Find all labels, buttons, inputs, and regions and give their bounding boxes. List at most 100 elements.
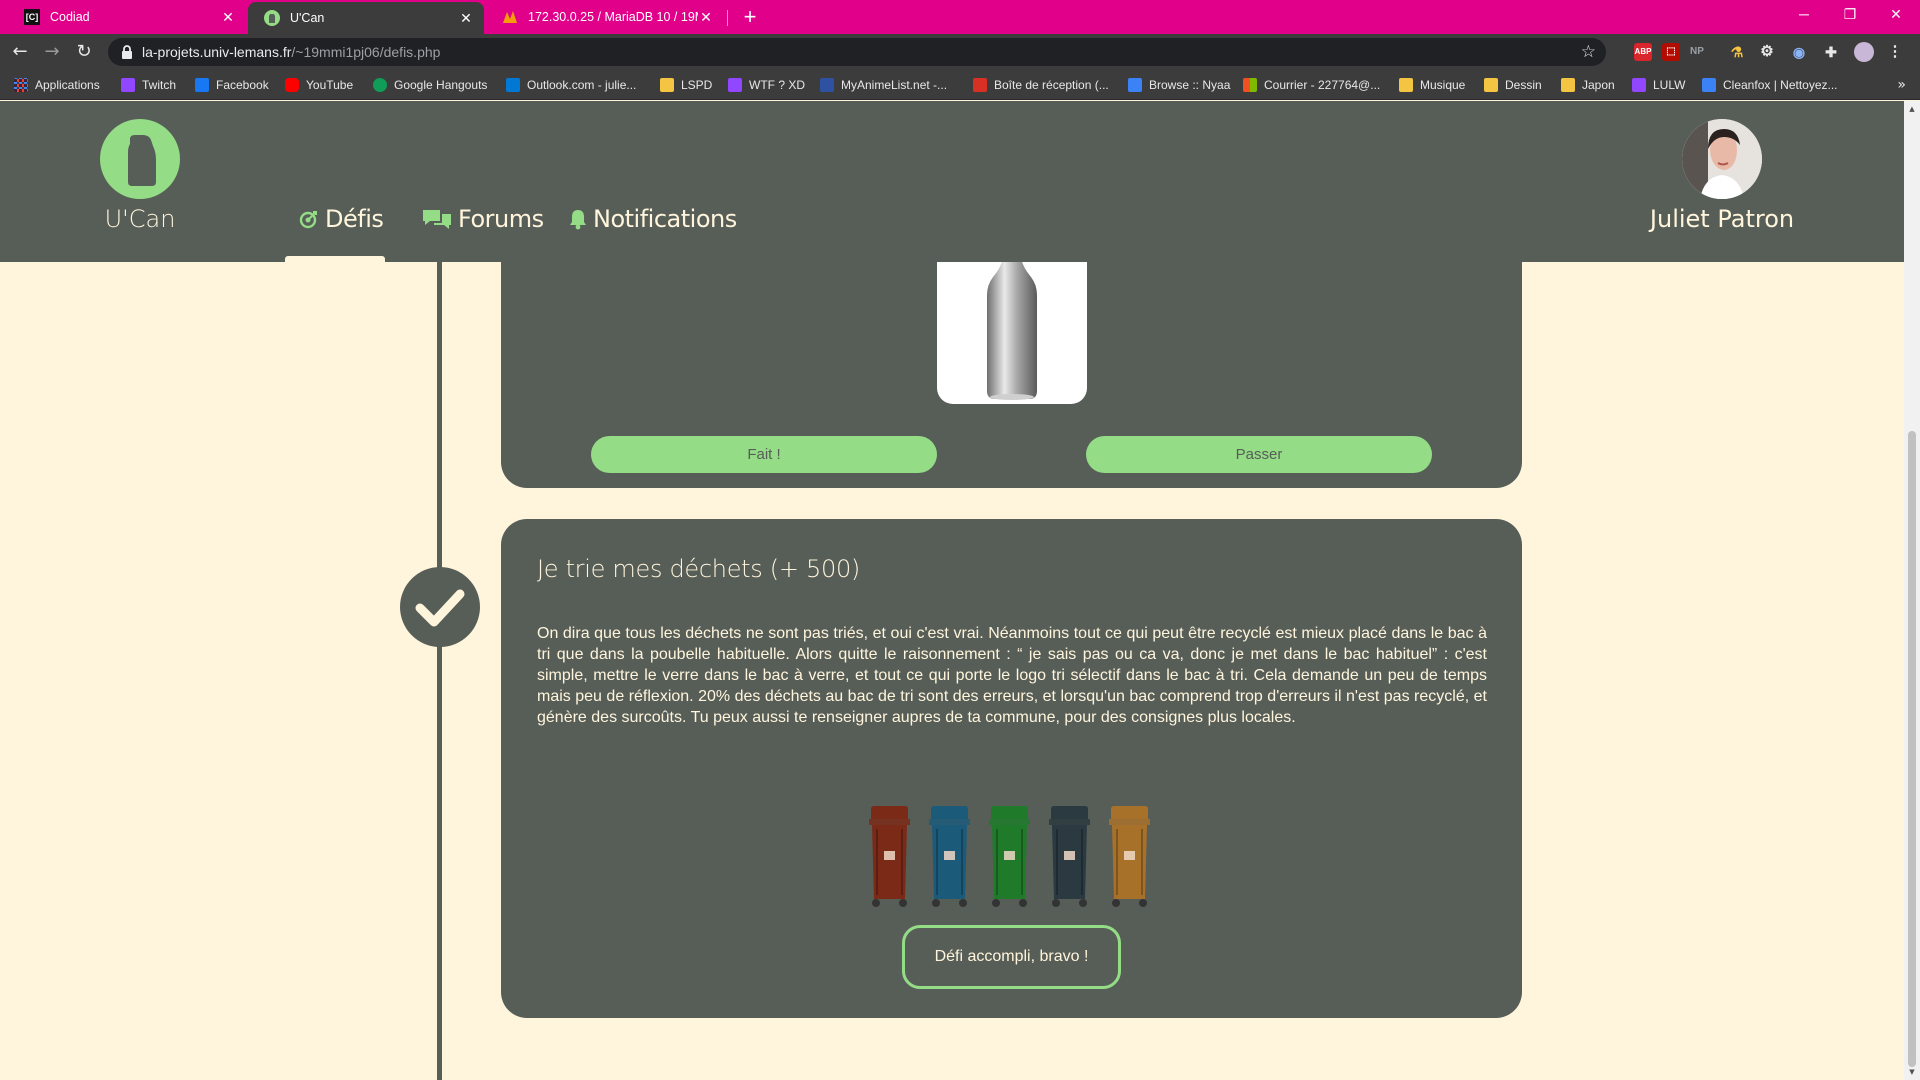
nav-defis[interactable]: Défis <box>299 205 384 233</box>
more-bookmarks-icon[interactable]: » <box>1897 70 1906 100</box>
close-window-button[interactable]: ✕ <box>1873 0 1919 30</box>
browser-tab-strip: [C] Codiad ✕ U'Can ✕ 172.30.0.25 / Maria… <box>0 0 1920 34</box>
page-viewport: Fait ! Passer Je trie mes déchets (+ 500… <box>0 101 1904 1080</box>
completed-check-marker <box>400 567 480 647</box>
nav-notifications[interactable]: Notifications <box>569 205 737 233</box>
browser-tab-phpmyadmin[interactable]: 172.30.0.25 / MariaDB 10 / 19Mi ✕ <box>486 0 724 34</box>
folder-icon <box>1561 78 1575 92</box>
recycling-bin-icon <box>929 806 970 907</box>
folder-icon <box>1484 78 1498 92</box>
scrollbar-thumb[interactable] <box>1908 431 1916 1067</box>
restore-window-button[interactable]: ❐ <box>1827 0 1873 30</box>
bookmark-google-hangouts[interactable]: Google Hangouts <box>373 70 487 100</box>
can-logo-icon <box>128 135 156 186</box>
challenge-completed-badge: Défi accompli, bravo ! <box>902 925 1121 989</box>
bookmark-dessin[interactable]: Dessin <box>1484 70 1542 100</box>
url-text: la-projets.univ-lemans.fr/~19mmi1pj06/de… <box>142 44 441 60</box>
close-tab-icon[interactable]: ✕ <box>458 10 474 27</box>
recycling-bin-icon <box>1109 806 1150 907</box>
adblock-extension-icon[interactable]: ABP <box>1634 43 1652 61</box>
comments-icon <box>423 210 451 229</box>
bookmark-musique[interactable]: Musique <box>1399 70 1465 100</box>
bottle-image <box>937 241 1087 404</box>
bookmark-japon[interactable]: Japon <box>1561 70 1615 100</box>
bookmark-cleanfox[interactable]: Cleanfox | Nettoyez... <box>1702 70 1838 100</box>
checkmark-icon <box>415 589 465 627</box>
bookmark-courrier[interactable]: Courrier - 227764@... <box>1243 70 1380 100</box>
skip-button[interactable]: Passer <box>1086 436 1432 473</box>
twitch-icon <box>728 78 742 92</box>
bookmark-facebook[interactable]: Facebook <box>195 70 269 100</box>
close-tab-icon[interactable]: ✕ <box>698 9 714 26</box>
scroll-up-arrow-icon[interactable]: ▲ <box>1904 105 1920 113</box>
ucan-logo[interactable] <box>100 119 180 199</box>
ucan-favicon-icon <box>264 10 280 26</box>
user-name[interactable]: Juliet Patron <box>1622 205 1822 233</box>
bookmark-star-icon[interactable]: ☆ <box>1581 38 1596 66</box>
address-bar[interactable]: la-projets.univ-lemans.fr/~19mmi1pj06/de… <box>108 38 1606 66</box>
target-extension-icon[interactable]: ◉ <box>1790 43 1808 61</box>
page-scrollbar[interactable]: ▲ ▼ <box>1904 101 1920 1080</box>
bookmark-outlook[interactable]: Outlook.com - julie... <box>506 70 636 100</box>
reload-icon[interactable]: ↻ <box>70 38 98 66</box>
user-avatar[interactable] <box>1682 119 1762 199</box>
tab-separator <box>727 10 728 26</box>
microsoft-icon <box>1243 78 1257 92</box>
bookmark-wtf-xd[interactable]: WTF ? XD <box>728 70 805 100</box>
timeline-line <box>437 262 442 1080</box>
recycling-bins-image <box>867 805 1152 909</box>
twitch-icon <box>1632 78 1646 92</box>
gmail-icon <box>973 78 987 92</box>
phpmyadmin-favicon-icon <box>502 9 518 25</box>
profile-avatar-icon[interactable] <box>1854 42 1874 62</box>
bookmark-lulw[interactable]: LULW <box>1632 70 1685 100</box>
bookmark-applications[interactable]: Applications <box>14 70 100 100</box>
browser-toolbar: ← → ↻ la-projets.univ-lemans.fr/~19mmi1p… <box>0 34 1920 70</box>
myanimelist-icon <box>820 78 834 92</box>
nav-notifications-label: Notifications <box>593 205 737 233</box>
tab-title: U'Can <box>290 11 325 25</box>
bookmark-youtube[interactable]: YouTube <box>285 70 353 100</box>
pdf-extension-icon[interactable]: ⬚ <box>1662 43 1680 61</box>
hangouts-icon <box>373 78 387 92</box>
brand-name[interactable]: U'Can <box>80 205 200 233</box>
browser-tab-ucan[interactable]: U'Can ✕ <box>248 2 484 34</box>
facebook-icon <box>195 78 209 92</box>
nav-forums-label: Forums <box>458 205 544 233</box>
site-header: U'Can Défis Forums Notifications Juliet … <box>0 101 1904 262</box>
gear-extension-icon[interactable]: ⚙ <box>1758 43 1776 61</box>
scroll-down-arrow-icon[interactable]: ▼ <box>1904 1068 1920 1076</box>
flask-extension-icon[interactable]: ⚗ <box>1728 43 1746 61</box>
lock-icon <box>122 45 132 59</box>
bookmark-twitch[interactable]: Twitch <box>121 70 176 100</box>
challenge-description: On dira que tous les déchets ne sont pas… <box>537 625 1487 726</box>
current-challenge-card: Je trie mes déchets (+ 500) On dira que … <box>501 519 1522 1018</box>
bookmark-lspd[interactable]: LSPD <box>660 70 712 100</box>
apps-grid-icon <box>14 78 28 92</box>
new-tab-button[interactable]: + <box>736 4 764 32</box>
bookmark-gmail[interactable]: Boîte de réception (... <box>973 70 1109 100</box>
bookmark-myanimelist[interactable]: MyAnimeList.net -... <box>820 70 947 100</box>
twitch-icon <box>121 78 135 92</box>
bookmark-nyaa[interactable]: Browse :: Nyaa <box>1128 70 1230 100</box>
bell-icon <box>570 210 586 230</box>
recycling-bin-icon <box>869 806 910 907</box>
back-arrow-icon[interactable]: ← <box>6 38 34 66</box>
minimize-window-button[interactable]: ─ <box>1781 0 1827 30</box>
np-extension-icon[interactable]: NP <box>1688 43 1706 61</box>
close-tab-icon[interactable]: ✕ <box>220 9 236 26</box>
forward-arrow-icon[interactable]: → <box>38 38 66 66</box>
browser-tab-codiad[interactable]: [C] Codiad ✕ <box>8 0 246 34</box>
tab-title: 172.30.0.25 / MariaDB 10 / 19Mi <box>528 10 698 24</box>
challenge-title: Je trie mes déchets (+ 500) <box>537 555 860 583</box>
recycling-bin-icon <box>1049 806 1090 907</box>
nav-forums[interactable]: Forums <box>422 205 544 233</box>
done-button[interactable]: Fait ! <box>591 436 937 473</box>
outlook-icon <box>506 78 520 92</box>
active-nav-indicator <box>285 256 385 262</box>
menu-kebab-icon[interactable]: ⋮ <box>1886 43 1904 61</box>
codiad-favicon-icon: [C] <box>24 9 40 25</box>
puzzle-extensions-icon[interactable]: ✚ <box>1822 43 1840 61</box>
bookmarks-bar: Applications Twitch Facebook YouTube Goo… <box>0 70 1920 100</box>
youtube-icon <box>285 78 299 92</box>
